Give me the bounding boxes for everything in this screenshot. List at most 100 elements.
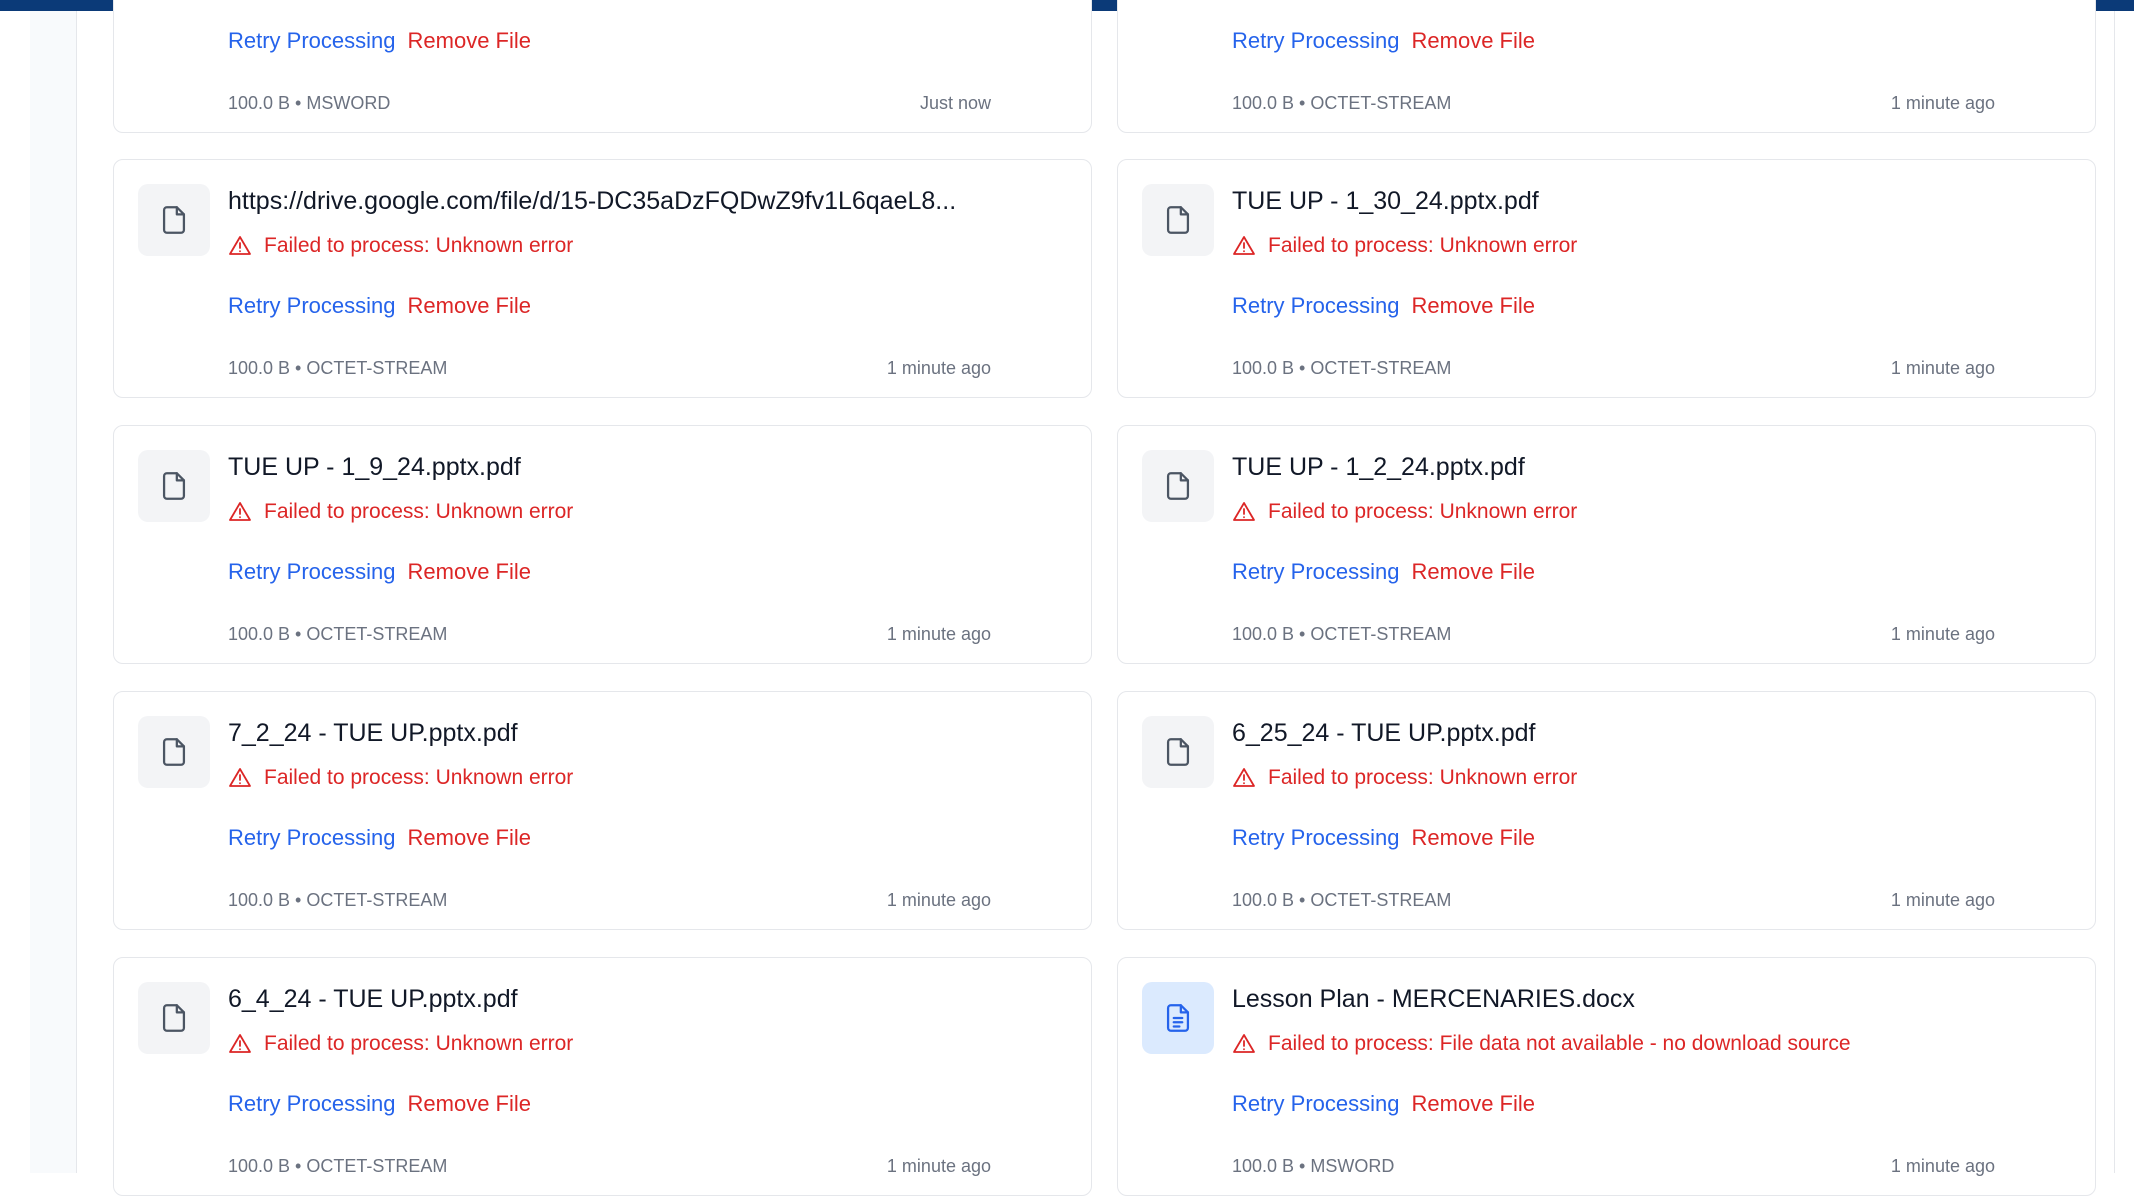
remove-file-button[interactable]: Remove File [1412,823,1535,853]
document-text-icon [1166,1004,1190,1032]
retry-processing-button[interactable]: Retry Processing [1232,557,1400,587]
scrollbar-track[interactable] [2114,11,2134,1173]
error-message: Failed to process: Unknown error [1232,764,1577,792]
remove-file-button[interactable]: Remove File [1412,557,1535,587]
error-message: Failed to process: Unknown error [228,232,573,260]
retry-processing-button[interactable]: Retry Processing [228,1089,396,1119]
file-meta: 100.0 B • MSWORD [1232,1156,1395,1176]
error-text: Failed to process: Unknown error [1268,766,1578,789]
file-name: https://drive.google.com/file/d/15-DC35a… [228,187,957,215]
remove-file-button[interactable]: Remove File [1412,291,1535,321]
document-outline-icon [1166,472,1190,500]
file-icon-container [1142,450,1214,522]
error-message: Failed to process: File data not availab… [1232,1030,1851,1058]
file-timestamp: 1 minute ago [1890,358,1995,378]
document-outline-icon [162,472,186,500]
remove-file-button[interactable]: Remove File [1412,1089,1535,1119]
document-outline-icon [162,1004,186,1032]
remove-file-button[interactable]: Remove File [408,1089,531,1119]
remove-file-button[interactable]: Remove File [408,26,531,56]
file-actions: Retry Processing Remove File [1232,1089,1535,1119]
retry-processing-button[interactable]: Retry Processing [228,26,396,56]
file-actions: Retry Processing Remove File [1232,26,1535,56]
file-timestamp: 1 minute ago [886,358,991,378]
file-timestamp: 1 minute ago [1890,890,1995,910]
file-meta: 100.0 B • OCTET-STREAM [228,358,448,378]
sidebar-rail [30,11,77,1173]
remove-file-button[interactable]: Remove File [408,823,531,853]
file-actions: Retry Processing Remove File [228,26,531,56]
file-card: 7_2_24 - TUE UP.pptx.pdf Failed to proce… [113,691,1092,930]
file-name: 6_25_24 - TUE UP.pptx.pdf [1232,719,1536,747]
file-timestamp: 1 minute ago [1890,93,1995,113]
file-card: Retry Processing Remove File 100.0 B • M… [113,0,1092,133]
file-name: 7_2_24 - TUE UP.pptx.pdf [228,719,518,747]
warning-triangle-icon [1233,768,1255,787]
file-meta: 100.0 B • OCTET-STREAM [1232,93,1452,113]
file-actions: Retry Processing Remove File [228,823,531,853]
file-card: 6_4_24 - TUE UP.pptx.pdf Failed to proce… [113,957,1092,1196]
file-timestamp: Just now [919,93,991,113]
file-actions: Retry Processing Remove File [228,557,531,587]
retry-processing-button[interactable]: Retry Processing [1232,26,1400,56]
remove-file-button[interactable]: Remove File [408,291,531,321]
retry-processing-button[interactable]: Retry Processing [228,291,396,321]
remove-file-button[interactable]: Remove File [408,557,531,587]
file-meta: 100.0 B • MSWORD [228,93,391,113]
error-text: Failed to process: Unknown error [264,1032,574,1055]
file-timestamp: 1 minute ago [886,1156,991,1176]
warning-triangle-icon [229,768,251,787]
file-actions: Retry Processing Remove File [228,1089,531,1119]
error-message: Failed to process: Unknown error [228,498,573,526]
file-name: 6_4_24 - TUE UP.pptx.pdf [228,985,518,1013]
file-icon-container [1142,184,1214,256]
file-icon-container [138,716,210,788]
error-text: Failed to process: Unknown error [264,500,574,523]
file-card: TUE UP - 1_30_24.pptx.pdf Failed to proc… [1117,159,2096,398]
document-outline-icon [162,206,186,234]
file-timestamp: 1 minute ago [886,890,991,910]
error-text: Failed to process: Unknown error [264,234,574,257]
error-text: Failed to process: File data not availab… [1268,1032,1851,1055]
file-meta: 100.0 B • OCTET-STREAM [228,890,448,910]
error-text: Failed to process: Unknown error [1268,500,1578,523]
retry-processing-button[interactable]: Retry Processing [1232,291,1400,321]
error-message: Failed to process: Unknown error [1232,232,1577,260]
file-timestamp: 1 minute ago [886,624,991,644]
file-icon-container [138,450,210,522]
file-icon-container [1142,982,1214,1054]
document-outline-icon [1166,206,1190,234]
warning-triangle-icon [229,502,251,521]
remove-file-button[interactable]: Remove File [1412,26,1535,56]
warning-triangle-icon [229,236,251,255]
file-card: https://drive.google.com/file/d/15-DC35a… [113,159,1092,398]
file-actions: Retry Processing Remove File [1232,291,1535,321]
error-message: Failed to process: Unknown error [228,1030,573,1058]
file-card: 6_25_24 - TUE UP.pptx.pdf Failed to proc… [1117,691,2096,930]
file-meta: 100.0 B • OCTET-STREAM [1232,358,1452,378]
file-actions: Retry Processing Remove File [228,291,531,321]
error-text: Failed to process: Unknown error [264,766,574,789]
warning-triangle-icon [1233,502,1255,521]
file-icon-container [138,982,210,1054]
error-message: Failed to process: Unknown error [1232,498,1577,526]
error-text: Failed to process: Unknown error [1268,234,1578,257]
file-name: TUE UP - 1_9_24.pptx.pdf [228,453,521,481]
file-meta: 100.0 B • OCTET-STREAM [228,1156,448,1176]
file-icon-container [138,184,210,256]
file-meta: 100.0 B • OCTET-STREAM [228,624,448,644]
warning-triangle-icon [229,1034,251,1053]
retry-processing-button[interactable]: Retry Processing [1232,823,1400,853]
file-card: Lesson Plan - MERCENARIES.docx Failed to… [1117,957,2096,1196]
retry-processing-button[interactable]: Retry Processing [228,823,396,853]
file-actions: Retry Processing Remove File [1232,557,1535,587]
warning-triangle-icon [1233,236,1255,255]
retry-processing-button[interactable]: Retry Processing [1232,1089,1400,1119]
file-name: TUE UP - 1_2_24.pptx.pdf [1232,453,1525,481]
document-outline-icon [1166,738,1190,766]
file-name: TUE UP - 1_30_24.pptx.pdf [1232,187,1539,215]
file-timestamp: 1 minute ago [1890,624,1995,644]
retry-processing-button[interactable]: Retry Processing [228,557,396,587]
file-icon-container [1142,716,1214,788]
file-card: Retry Processing Remove File 100.0 B • O… [1117,0,2096,133]
